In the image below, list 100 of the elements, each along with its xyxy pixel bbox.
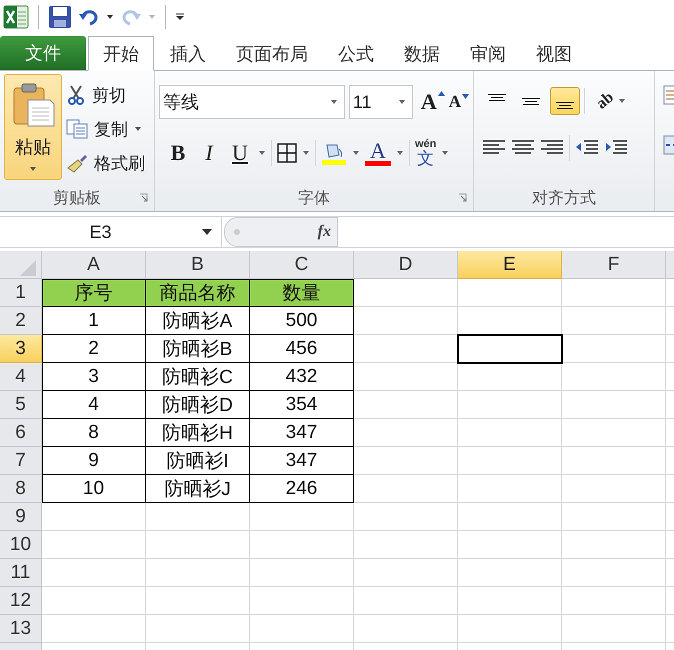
table-cell[interactable] [42,615,146,643]
row-header[interactable]: 1 [0,279,42,307]
row-header[interactable]: 13 [0,615,42,643]
column-header[interactable]: A [42,251,146,279]
row-header[interactable]: 7 [0,447,42,475]
table-cell[interactable] [354,307,458,335]
table-cell[interactable] [354,531,458,559]
table-cell[interactable] [146,503,250,531]
table-cell[interactable] [250,587,354,615]
table-cell[interactable] [250,559,354,587]
table-cell[interactable] [354,447,458,475]
table-cell[interactable] [458,419,562,447]
bottom-align-button[interactable] [550,87,580,115]
borders-icon[interactable] [277,143,297,163]
paste-button[interactable]: 粘贴 [4,74,62,180]
column-header[interactable]: F [562,251,666,279]
table-cell[interactable] [354,279,458,307]
row-header[interactable]: 5 [0,391,42,419]
table-cell[interactable] [354,391,458,419]
resize-handle-icon[interactable] [233,228,241,236]
table-cell[interactable] [562,615,666,643]
italic-button[interactable]: I [196,140,222,166]
table-cell[interactable] [458,475,562,503]
table-cell[interactable] [354,503,458,531]
table-cell[interactable] [562,447,666,475]
bold-button[interactable]: B [165,140,191,166]
table-cell[interactable] [562,531,666,559]
column-header[interactable] [666,251,674,279]
table-cell[interactable] [458,559,562,587]
table-cell[interactable] [562,419,666,447]
underline-button[interactable]: U [227,140,253,166]
copy-button[interactable]: 复制 [66,114,145,144]
table-cell[interactable] [562,391,666,419]
table-cell[interactable] [250,503,354,531]
table-cell[interactable] [458,531,562,559]
ribbon-tab[interactable]: 视图 [522,37,586,70]
active-cell[interactable] [458,335,562,363]
table-cell[interactable] [146,615,250,643]
insert-function-button[interactable]: fx [318,223,331,241]
font-name-field[interactable]: 等线 [159,85,345,119]
table-cell[interactable] [458,447,562,475]
select-all-button[interactable] [0,251,42,279]
table-cell[interactable] [562,475,666,503]
table-cell[interactable] [42,587,146,615]
column-header[interactable]: D [354,251,458,279]
ribbon-tab[interactable]: 页面布局 [222,37,322,70]
row-header[interactable]: 10 [0,531,42,559]
table-cell[interactable] [250,615,354,643]
table-cell[interactable] [146,559,250,587]
cut-button[interactable]: 剪切 [66,80,145,110]
table-cell[interactable] [354,363,458,391]
ribbon-tab[interactable]: 插入 [156,37,220,70]
table-cell[interactable] [458,363,562,391]
customize-toolbar-icon[interactable] [175,12,185,22]
row-header[interactable]: 9 [0,503,42,531]
font-size-field[interactable]: 11 [348,85,413,119]
dialog-launcher-icon[interactable] [458,193,467,202]
table-cell[interactable] [458,615,562,643]
file-tab[interactable]: 文件 [0,36,86,70]
table-cell[interactable] [458,503,562,531]
table-cell[interactable] [42,559,146,587]
decrease-indent-icon[interactable] [575,139,599,157]
table-cell[interactable] [354,419,458,447]
table-cell[interactable] [354,615,458,643]
table-cell[interactable] [146,587,250,615]
save-icon[interactable] [48,5,72,29]
ribbon-tab[interactable]: 开始 [88,36,154,71]
ribbon-tab[interactable]: 数据 [390,37,454,70]
table-cell[interactable] [562,335,666,363]
grow-font-button[interactable]: A [420,89,445,115]
table-cell[interactable] [354,475,458,503]
row-header[interactable]: 2 [0,307,42,335]
ribbon-tab[interactable]: 公式 [324,37,388,70]
format-painter-button[interactable]: 格式刷 [66,148,145,179]
phonetic-guide-button[interactable]: wén 文 [415,139,436,167]
table-cell[interactable] [42,531,146,559]
table-cell[interactable] [562,307,666,335]
font-color-button[interactable]: A [365,140,391,166]
table-cell[interactable] [562,363,666,391]
column-header[interactable]: B [146,251,250,279]
row-header[interactable]: 8 [0,475,42,503]
row-header[interactable]: 3 [0,335,42,363]
table-cell[interactable] [354,559,458,587]
table-cell[interactable] [562,279,666,307]
table-cell[interactable] [562,587,666,615]
row-header[interactable]: 4 [0,363,42,391]
row-header[interactable]: 6 [0,419,42,447]
orientation-button[interactable]: ab [593,88,618,114]
dialog-launcher-icon[interactable] [139,193,148,202]
table-cell[interactable] [42,503,146,531]
column-header[interactable]: C [250,251,354,279]
increase-indent-icon[interactable] [604,139,628,157]
table-cell[interactable] [250,531,354,559]
name-box[interactable]: E3 [0,217,222,247]
table-cell[interactable] [562,559,666,587]
column-header[interactable]: E [458,251,562,279]
table-cell[interactable] [354,587,458,615]
shrink-font-button[interactable]: A [448,92,469,112]
table-cell[interactable] [458,391,562,419]
caret-icon[interactable] [106,14,114,20]
